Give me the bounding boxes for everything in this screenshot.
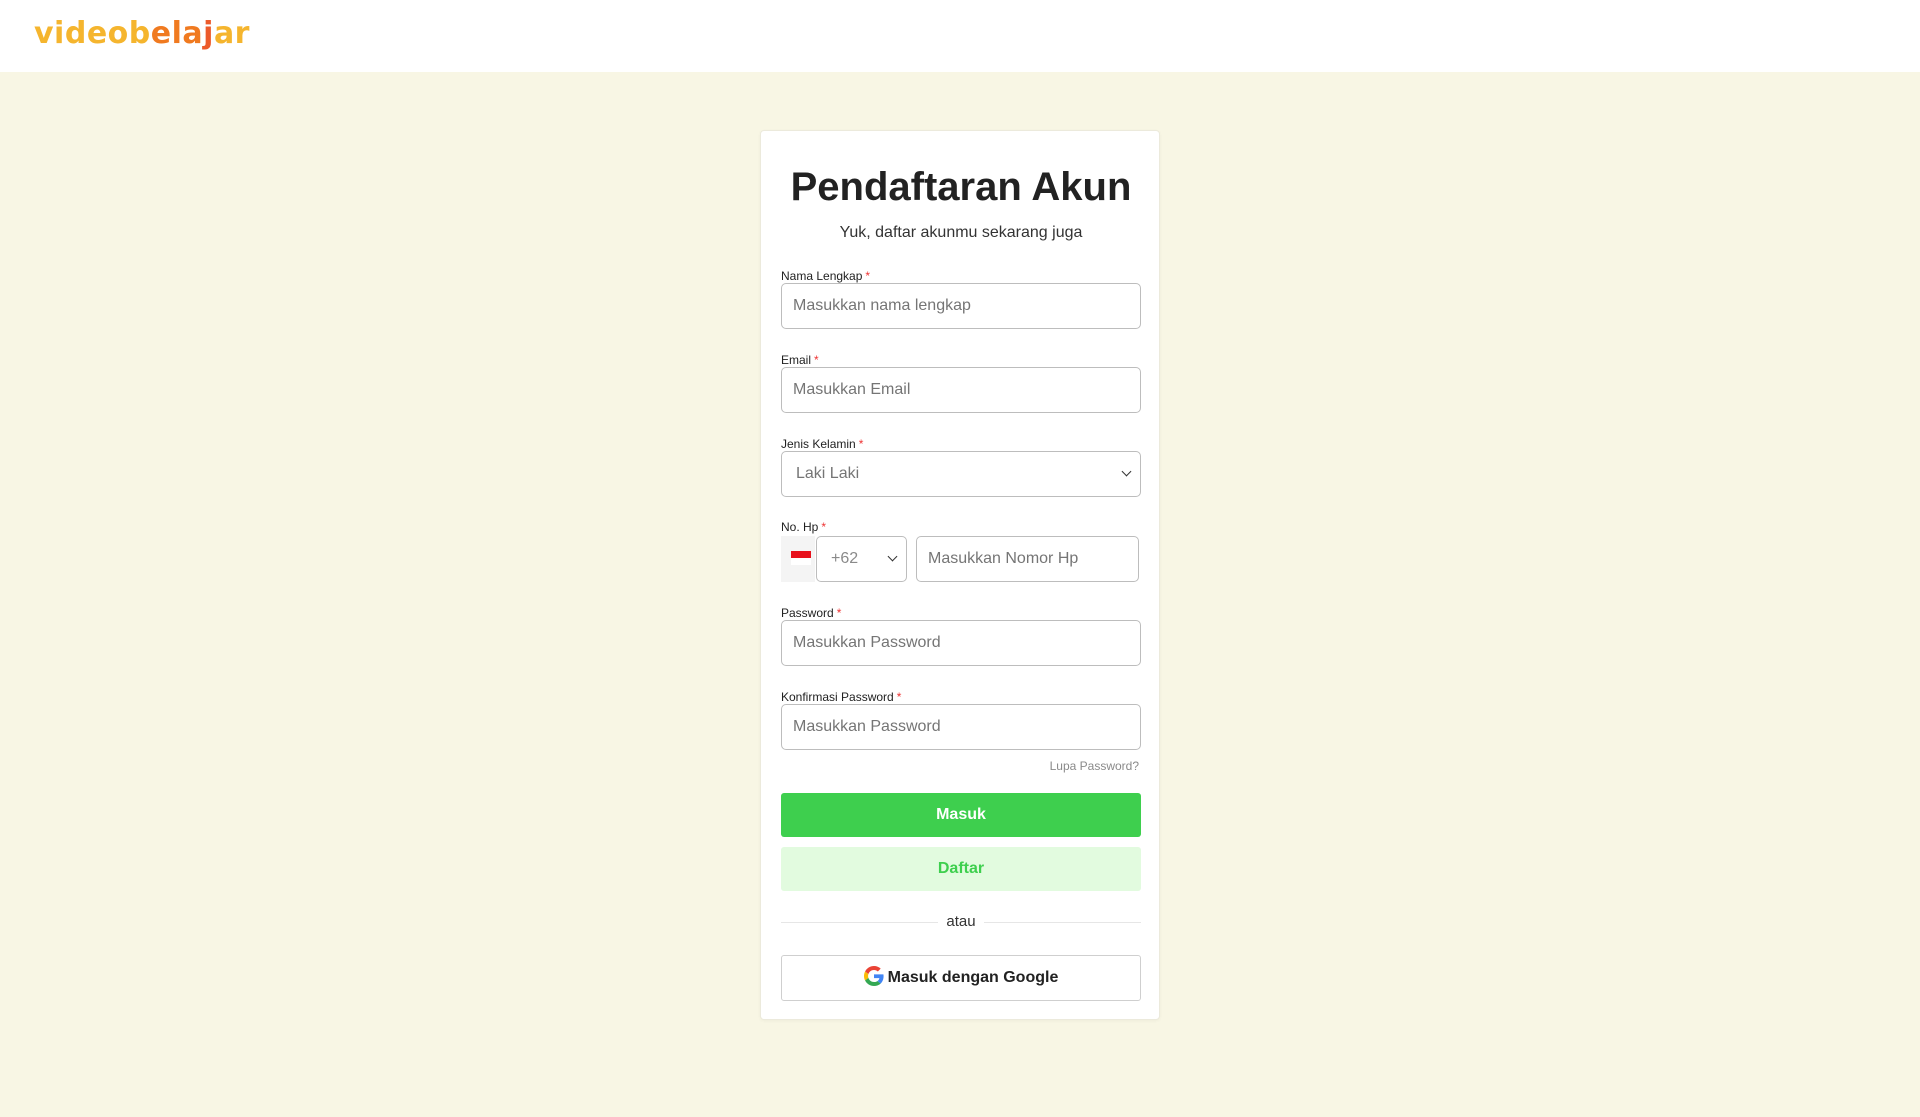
page-subtitle: Yuk, daftar akunmu sekarang juga <box>839 224 1083 241</box>
required-mark: * <box>896 690 902 704</box>
required-mark: * <box>836 606 842 620</box>
required-mark: * <box>858 437 864 451</box>
flag-red-stripe <box>791 551 811 558</box>
indonesia-flag-icon <box>781 536 815 582</box>
logo[interactable]: videobelajar <box>34 16 250 51</box>
country-code-value: +62 <box>831 550 859 567</box>
forgot-password-link[interactable]: Lupa Password? <box>1050 759 1139 773</box>
email-label-text: Email <box>781 353 812 367</box>
confirm-password-placeholder: Masukkan Password <box>793 718 941 735</box>
password-label-text: Password <box>781 606 834 620</box>
logo-part: ar <box>213 16 250 51</box>
chevron-down-icon <box>887 551 898 562</box>
password-input[interactable]: Masukkan Password <box>781 620 1141 666</box>
google-button-label: Masuk dengan Google <box>887 969 1059 986</box>
gender-label: Jenis Kelamin * <box>781 437 863 451</box>
logo-part: videob <box>34 16 151 51</box>
gender-select[interactable]: Laki Laki <box>781 451 1141 497</box>
google-login-button[interactable]: Masuk dengan Google <box>781 955 1141 1001</box>
phone-label-text: No. Hp <box>781 520 819 534</box>
phone-label: No. Hp * <box>781 520 826 534</box>
register-button[interactable]: Daftar <box>781 847 1141 891</box>
required-mark: * <box>865 269 871 283</box>
name-label-text: Nama Lengkap <box>781 269 863 283</box>
flag-white-stripe <box>791 558 811 565</box>
password-label: Password * <box>781 606 841 620</box>
logo-part: j <box>203 16 214 51</box>
logo-part: la <box>171 16 204 51</box>
email-placeholder: Masukkan Email <box>793 381 911 398</box>
required-mark: * <box>821 520 827 534</box>
confirm-password-label: Konfirmasi Password * <box>781 690 901 704</box>
confirm-password-input[interactable]: Masukkan Password <box>781 704 1141 750</box>
password-placeholder: Masukkan Password <box>793 634 941 651</box>
logo-part: e <box>150 16 172 51</box>
confirm-password-label-text: Konfirmasi Password <box>781 690 894 704</box>
phone-placeholder: Masukkan Nomor Hp <box>928 550 1079 567</box>
divider-line-right <box>984 922 1141 923</box>
required-mark: * <box>814 353 819 367</box>
top-navbar: videobelajar <box>0 0 1920 72</box>
name-label: Nama Lengkap * <box>781 269 870 283</box>
google-icon <box>863 965 884 986</box>
name-input[interactable]: Masukkan nama lengkap <box>781 283 1141 329</box>
email-input[interactable]: Masukkan Email <box>781 367 1141 413</box>
page-title: Pendaftaran Akun <box>790 165 1132 209</box>
gender-label-text: Jenis Kelamin <box>781 437 856 451</box>
register-card: Pendaftaran Akun Yuk, daftar akunmu seka… <box>760 130 1160 1020</box>
login-button[interactable]: Masuk <box>781 793 1141 837</box>
gender-value: Laki Laki <box>796 465 860 482</box>
chevron-down-icon <box>1121 466 1132 477</box>
phone-input[interactable]: Masukkan Nomor Hp <box>916 536 1139 582</box>
name-placeholder: Masukkan nama lengkap <box>793 297 971 314</box>
email-label: Email * <box>781 353 819 367</box>
country-code-select[interactable]: +62 <box>816 536 907 582</box>
